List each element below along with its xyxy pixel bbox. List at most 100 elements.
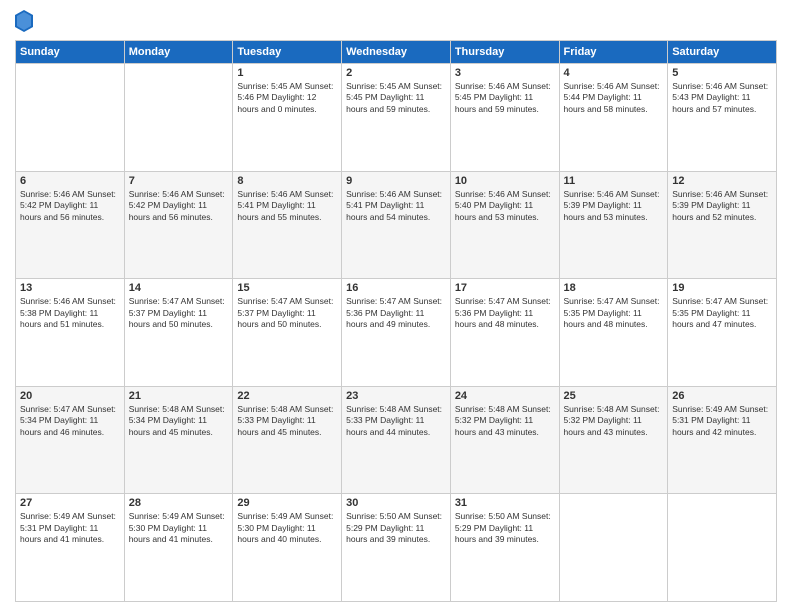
calendar-day: 15 Sunrise: 5:47 AM Sunset: 5:37 PM Dayli…: [233, 279, 342, 387]
day-number: 17: [455, 282, 555, 294]
day-detail: Sunrise: 5:47 AM Sunset: 5:37 PM Dayligh…: [129, 296, 229, 330]
logo: [15, 10, 36, 32]
calendar-week-3: 13 Sunrise: 5:46 AM Sunset: 5:38 PM Dayli…: [16, 279, 777, 387]
day-number: 30: [346, 497, 446, 509]
day-detail: Sunrise: 5:50 AM Sunset: 5:29 PM Dayligh…: [346, 511, 446, 545]
day-detail: Sunrise: 5:50 AM Sunset: 5:29 PM Dayligh…: [455, 511, 555, 545]
col-tuesday: Tuesday: [233, 41, 342, 64]
day-detail: Sunrise: 5:49 AM Sunset: 5:30 PM Dayligh…: [129, 511, 229, 545]
day-number: 13: [20, 282, 120, 294]
day-number: 18: [564, 282, 664, 294]
day-number: 29: [237, 497, 337, 509]
day-number: 6: [20, 175, 120, 187]
col-monday: Monday: [124, 41, 233, 64]
header-row: Sunday Monday Tuesday Wednesday Thursday…: [16, 41, 777, 64]
day-number: 5: [672, 67, 772, 79]
day-number: 10: [455, 175, 555, 187]
calendar-day: 1Sunrise: 5:45 AM Sunset: 5:46 PM Daylig…: [233, 64, 342, 172]
calendar-day: 9Sunrise: 5:46 AM Sunset: 5:41 PM Daylig…: [342, 171, 451, 279]
calendar-week-4: 20 Sunrise: 5:47 AM Sunset: 5:34 PM Dayli…: [16, 386, 777, 494]
calendar-day: 12Sunrise: 5:46 AM Sunset: 5:39 PM Dayli…: [668, 171, 777, 279]
calendar-day: 20 Sunrise: 5:47 AM Sunset: 5:34 PM Dayli…: [16, 386, 125, 494]
day-number: 22: [237, 390, 337, 402]
calendar-day: 16 Sunrise: 5:47 AM Sunset: 5:36 PM Dayli…: [342, 279, 451, 387]
day-detail: Sunrise: 5:47 AM Sunset: 5:36 PM Dayligh…: [346, 296, 446, 330]
day-number: 27: [20, 497, 120, 509]
calendar-day: 21Sunrise: 5:48 AM Sunset: 5:34 PM Dayli…: [124, 386, 233, 494]
calendar-day: 24Sunrise: 5:48 AM Sunset: 5:32 PM Dayli…: [450, 386, 559, 494]
day-detail: Sunrise: 5:49 AM Sunset: 5:31 PM Dayligh…: [672, 404, 772, 438]
calendar-day: 8 Sunrise: 5:46 AM Sunset: 5:41 PM Daylig…: [233, 171, 342, 279]
day-number: 15: [237, 282, 337, 294]
calendar-day: 17 Sunrise: 5:47 AM Sunset: 5:36 PM Dayli…: [450, 279, 559, 387]
calendar-day: 10 Sunrise: 5:46 AM Sunset: 5:40 PM Dayli…: [450, 171, 559, 279]
day-number: 23: [346, 390, 446, 402]
day-detail: Sunrise: 5:46 AM Sunset: 5:42 PM Dayligh…: [20, 189, 120, 223]
calendar-day: [559, 494, 668, 602]
day-detail: Sunrise: 5:48 AM Sunset: 5:33 PM Dayligh…: [346, 404, 446, 438]
day-detail: Sunrise: 5:45 AM Sunset: 5:46 PM Dayligh…: [237, 81, 337, 115]
calendar-day: 7Sunrise: 5:46 AM Sunset: 5:42 PM Daylig…: [124, 171, 233, 279]
calendar-week-2: 6 Sunrise: 5:46 AM Sunset: 5:42 PM Daylig…: [16, 171, 777, 279]
calendar-day: 4 Sunrise: 5:46 AM Sunset: 5:44 PM Daylig…: [559, 64, 668, 172]
day-detail: Sunrise: 5:46 AM Sunset: 5:44 PM Dayligh…: [564, 81, 664, 115]
day-number: 4: [564, 67, 664, 79]
calendar-day: 6 Sunrise: 5:46 AM Sunset: 5:42 PM Daylig…: [16, 171, 125, 279]
day-detail: Sunrise: 5:48 AM Sunset: 5:32 PM Dayligh…: [455, 404, 555, 438]
day-number: 16: [346, 282, 446, 294]
calendar-day: 29 Sunrise: 5:49 AM Sunset: 5:30 PM Dayli…: [233, 494, 342, 602]
day-detail: Sunrise: 5:46 AM Sunset: 5:38 PM Dayligh…: [20, 296, 120, 330]
day-detail: Sunrise: 5:48 AM Sunset: 5:33 PM Dayligh…: [237, 404, 337, 438]
day-detail: Sunrise: 5:49 AM Sunset: 5:30 PM Dayligh…: [237, 511, 337, 545]
day-detail: Sunrise: 5:49 AM Sunset: 5:31 PM Dayligh…: [20, 511, 120, 545]
day-number: 3: [455, 67, 555, 79]
day-detail: Sunrise: 5:46 AM Sunset: 5:40 PM Dayligh…: [455, 189, 555, 223]
day-number: 21: [129, 390, 229, 402]
day-detail: Sunrise: 5:46 AM Sunset: 5:41 PM Dayligh…: [237, 189, 337, 223]
calendar-day: 2 Sunrise: 5:45 AM Sunset: 5:45 PM Daylig…: [342, 64, 451, 172]
col-saturday: Saturday: [668, 41, 777, 64]
calendar-week-5: 27 Sunrise: 5:49 AM Sunset: 5:31 PM Dayli…: [16, 494, 777, 602]
day-detail: Sunrise: 5:46 AM Sunset: 5:45 PM Dayligh…: [455, 81, 555, 115]
col-thursday: Thursday: [450, 41, 559, 64]
day-number: 20: [20, 390, 120, 402]
calendar-day: 23 Sunrise: 5:48 AM Sunset: 5:33 PM Dayli…: [342, 386, 451, 494]
page: Sunday Monday Tuesday Wednesday Thursday…: [0, 0, 792, 612]
calendar-day: [124, 64, 233, 172]
calendar-day: [16, 64, 125, 172]
day-number: 12: [672, 175, 772, 187]
logo-icon: [15, 10, 33, 32]
calendar-day: 19 Sunrise: 5:47 AM Sunset: 5:35 PM Dayli…: [668, 279, 777, 387]
day-number: 26: [672, 390, 772, 402]
calendar-day: 3 Sunrise: 5:46 AM Sunset: 5:45 PM Daylig…: [450, 64, 559, 172]
day-number: 9: [346, 175, 446, 187]
calendar-day: 28 Sunrise: 5:49 AM Sunset: 5:30 PM Dayli…: [124, 494, 233, 602]
day-detail: Sunrise: 5:47 AM Sunset: 5:35 PM Dayligh…: [672, 296, 772, 330]
day-number: 25: [564, 390, 664, 402]
calendar-day: 22 Sunrise: 5:48 AM Sunset: 5:33 PM Dayli…: [233, 386, 342, 494]
calendar-day: 5 Sunrise: 5:46 AM Sunset: 5:43 PM Daylig…: [668, 64, 777, 172]
day-number: 31: [455, 497, 555, 509]
day-number: 8: [237, 175, 337, 187]
day-number: 11: [564, 175, 664, 187]
day-detail: Sunrise: 5:45 AM Sunset: 5:45 PM Dayligh…: [346, 81, 446, 115]
day-number: 14: [129, 282, 229, 294]
col-sunday: Sunday: [16, 41, 125, 64]
day-number: 28: [129, 497, 229, 509]
day-number: 19: [672, 282, 772, 294]
calendar-day: 30 Sunrise: 5:50 AM Sunset: 5:29 PM Dayli…: [342, 494, 451, 602]
calendar-day: 27 Sunrise: 5:49 AM Sunset: 5:31 PM Dayli…: [16, 494, 125, 602]
day-number: 2: [346, 67, 446, 79]
day-detail: Sunrise: 5:47 AM Sunset: 5:36 PM Dayligh…: [455, 296, 555, 330]
day-detail: Sunrise: 5:47 AM Sunset: 5:37 PM Dayligh…: [237, 296, 337, 330]
calendar-day: 14 Sunrise: 5:47 AM Sunset: 5:37 PM Dayli…: [124, 279, 233, 387]
calendar-week-1: 1Sunrise: 5:45 AM Sunset: 5:46 PM Daylig…: [16, 64, 777, 172]
calendar-day: 18Sunrise: 5:47 AM Sunset: 5:35 PM Dayli…: [559, 279, 668, 387]
calendar-day: [668, 494, 777, 602]
day-detail: Sunrise: 5:47 AM Sunset: 5:34 PM Dayligh…: [20, 404, 120, 438]
calendar-day: 26 Sunrise: 5:49 AM Sunset: 5:31 PM Dayli…: [668, 386, 777, 494]
header: [15, 10, 777, 32]
day-number: 7: [129, 175, 229, 187]
calendar-table: Sunday Monday Tuesday Wednesday Thursday…: [15, 40, 777, 602]
day-detail: Sunrise: 5:46 AM Sunset: 5:43 PM Dayligh…: [672, 81, 772, 115]
